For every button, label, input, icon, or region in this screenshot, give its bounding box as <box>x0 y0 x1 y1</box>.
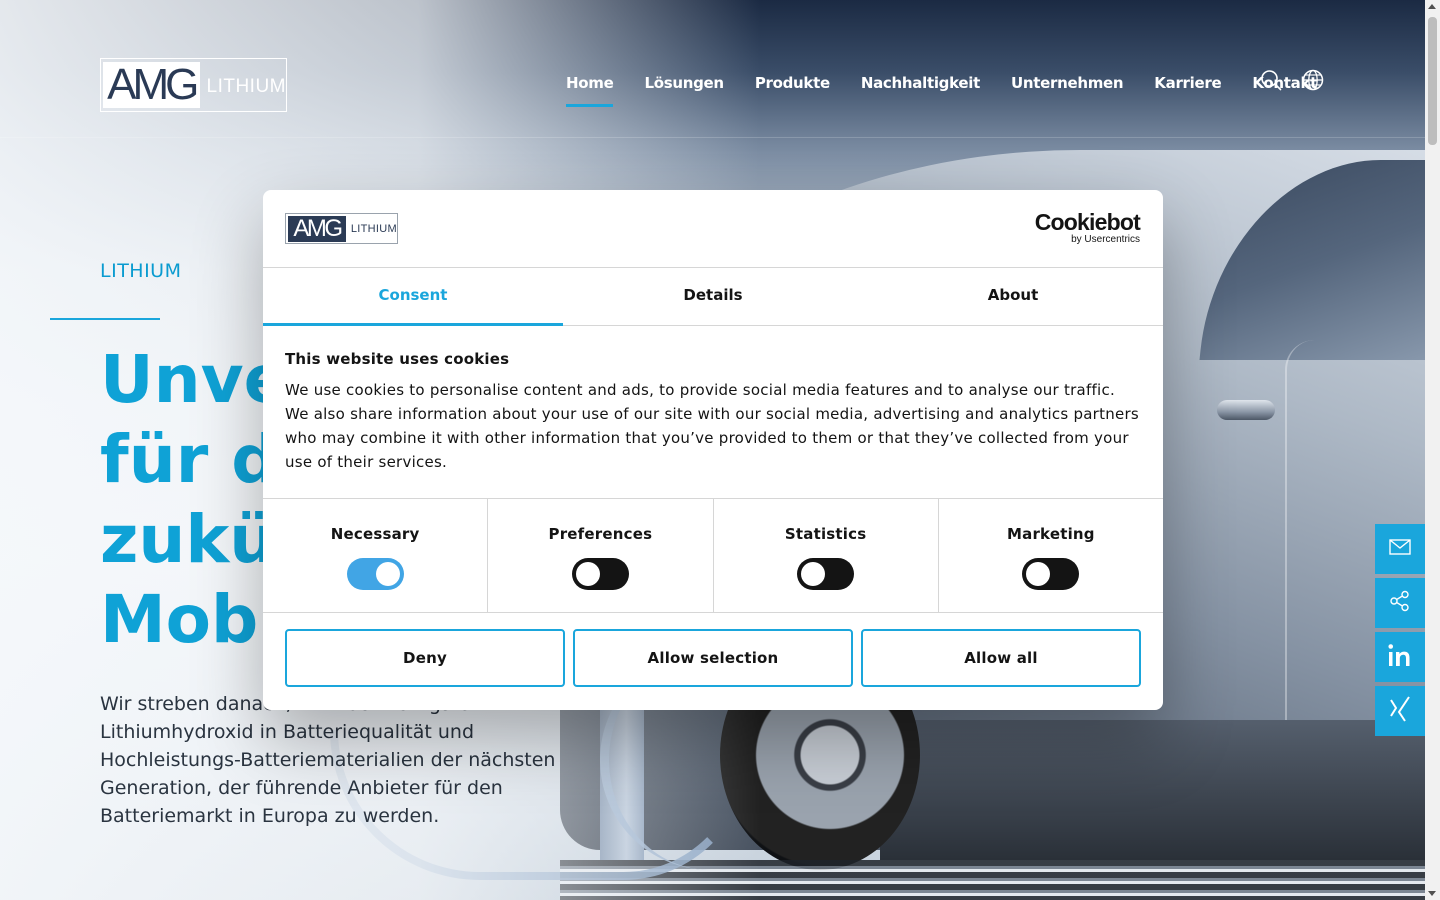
hero-eyebrow: LITHIUM <box>100 260 182 282</box>
switch-knob <box>1026 562 1051 586</box>
car-door-handle <box>1217 400 1275 420</box>
hero-body-line: Lithiumhydroxid in Batteriequalität und <box>100 721 475 743</box>
hero-body-line: Hochleistungs-Batteriematerialien der nä… <box>100 749 556 771</box>
page-scrollbar[interactable] <box>1425 0 1440 900</box>
tab-details[interactable]: Details <box>563 268 863 325</box>
deny-button[interactable]: Deny <box>285 629 565 687</box>
car-lower-body <box>880 720 1425 860</box>
consent-text: We use cookies to personalise content an… <box>285 381 1139 471</box>
car-pillar <box>1285 340 1315 760</box>
scroll-up-arrow-icon[interactable] <box>1428 4 1436 9</box>
hero-body: Wir streben danach, mit hochwertigstem L… <box>100 690 600 830</box>
nav-item-loesungen[interactable]: Lösungen <box>644 74 724 104</box>
mail-icon <box>1389 539 1411 559</box>
eyebrow-divider <box>50 318 160 320</box>
cookiebot-name: Cookiebot <box>1034 209 1141 235</box>
scroll-thumb[interactable] <box>1428 17 1437 145</box>
nav-item-karriere[interactable]: Karriere <box>1154 74 1221 104</box>
cookiebot-sub: by Usercentrics <box>1071 234 1140 245</box>
toggle-preferences-label: Preferences <box>548 525 653 543</box>
tab-consent[interactable]: Consent <box>263 268 563 326</box>
toggle-statistics-label: Statistics <box>784 525 867 543</box>
toggle-marketing-label: Marketing <box>1007 525 1095 543</box>
xing-button[interactable] <box>1375 686 1425 736</box>
toggle-marketing-switch[interactable] <box>1022 558 1080 590</box>
dialog-header: AMG LITHIUM Cookiebot by Usercentrics <box>263 190 1163 268</box>
toggle-statistics-cell: Statistics <box>714 499 939 612</box>
globe-icon[interactable] <box>1301 68 1325 92</box>
toggle-preferences-switch[interactable] <box>571 558 629 590</box>
nav-item-produkte[interactable]: Produkte <box>755 74 830 104</box>
allow-all-button[interactable]: Allow all <box>861 629 1141 687</box>
linkedin-icon <box>1387 643 1413 671</box>
scroll-down-arrow-icon[interactable] <box>1428 891 1436 896</box>
dialog-logo: AMG LITHIUM <box>285 213 398 244</box>
logo-suffix: LITHIUM <box>206 76 286 97</box>
allow-selection-button[interactable]: Allow selection <box>573 629 853 687</box>
cookie-consent-dialog: AMG LITHIUM Cookiebot by Usercentrics Co… <box>263 190 1163 710</box>
mail-button[interactable] <box>1375 524 1425 574</box>
search-icon[interactable] <box>1259 68 1283 92</box>
consent-toggles: Necessary Preferences Statistics Marketi… <box>263 499 1163 613</box>
toggle-necessary-switch[interactable] <box>346 558 404 590</box>
logo-mark: AMG <box>103 62 200 108</box>
toggle-marketing-cell: Marketing <box>939 499 1163 612</box>
dialog-tabs: Consent Details About <box>263 268 1163 326</box>
tab-about[interactable]: About <box>863 268 1163 325</box>
toggle-necessary-label: Necessary <box>330 525 420 543</box>
toggle-preferences-cell: Preferences <box>488 499 714 612</box>
consent-content: This website uses cookies We use cookies… <box>263 326 1163 499</box>
linkedin-button[interactable] <box>1375 632 1425 682</box>
switch-knob <box>375 562 400 586</box>
nav-item-home[interactable]: Home <box>566 74 614 107</box>
toggle-statistics-switch[interactable] <box>797 558 855 590</box>
xing-icon <box>1387 695 1413 727</box>
dialog-logo-suffix: LITHIUM <box>350 222 397 235</box>
cookiebot-logo[interactable]: Cookiebot by Usercentrics <box>1034 209 1141 245</box>
switch-knob <box>575 562 600 586</box>
switch-knob <box>801 562 826 586</box>
nav-item-nachhaltigkeit[interactable]: Nachhaltigkeit <box>861 74 980 104</box>
share-button[interactable] <box>1375 578 1425 628</box>
toggle-necessary-cell: Necessary <box>263 499 489 612</box>
hero-body-line: Generation, der führende Anbieter für de… <box>100 777 503 799</box>
share-icon <box>1389 590 1411 616</box>
main-nav: Home Lösungen Produkte Nachhaltigkeit Un… <box>566 68 1348 107</box>
consent-title: This website uses cookies <box>285 350 510 368</box>
site-header: AMG LITHIUM Home Lösungen Produkte Nachh… <box>0 0 1425 138</box>
hero-body-line: Batteriemarkt in Europa zu werden. <box>100 805 440 827</box>
site-logo[interactable]: AMG LITHIUM <box>100 58 287 112</box>
consent-buttons: Deny Allow selection Allow all <box>263 613 1163 703</box>
nav-item-unternehmen[interactable]: Unternehmen <box>1011 74 1124 104</box>
dialog-logo-mark: AMG <box>288 215 346 242</box>
